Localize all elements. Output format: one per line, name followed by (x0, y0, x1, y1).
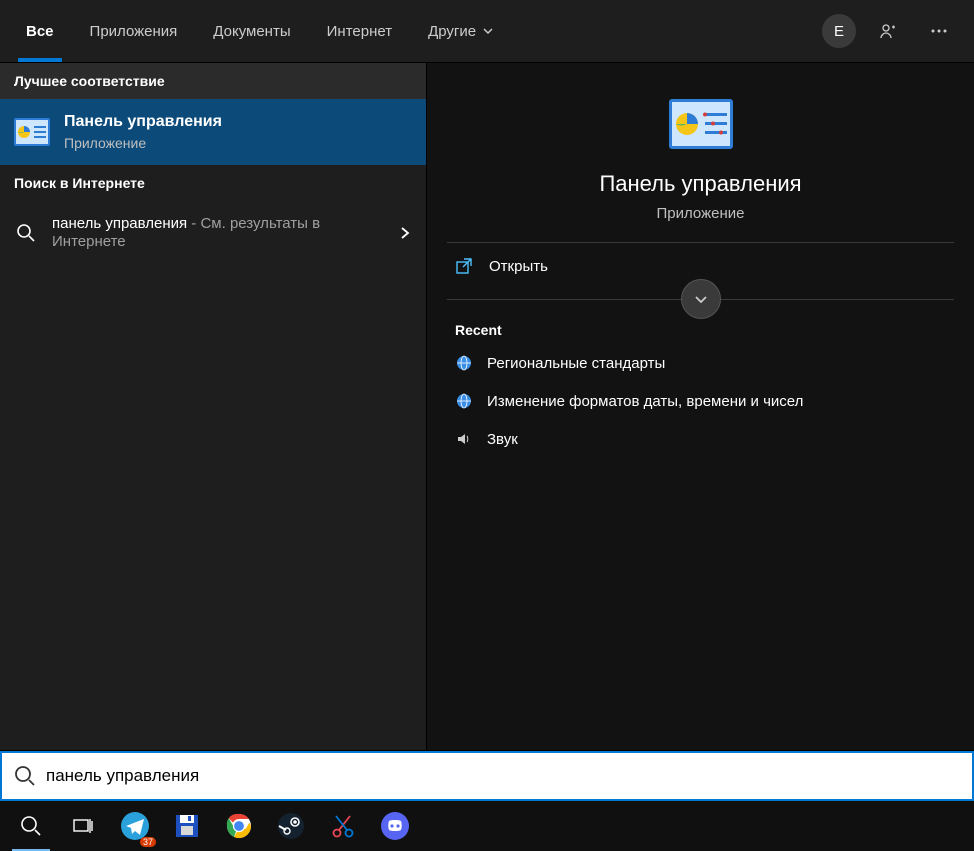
tab-other[interactable]: Другие (410, 0, 512, 62)
discord-icon (380, 811, 410, 841)
header-right: E (822, 14, 966, 48)
preview-subtitle: Приложение (657, 205, 745, 222)
globe-icon (455, 354, 473, 372)
web-search-result[interactable]: панель управления - См. результаты в Инт… (0, 201, 426, 265)
best-match-texts: Панель управления Приложение (64, 113, 412, 151)
web-result-text: панель управления - См. результаты в Инт… (52, 215, 384, 251)
taskbar-search-button[interactable] (6, 801, 56, 851)
best-match-header: Лучшее соответствие (0, 63, 426, 99)
user-initial: E (834, 23, 844, 40)
best-match-result[interactable]: Панель управления Приложение (0, 99, 426, 165)
user-avatar[interactable]: E (822, 14, 856, 48)
divider-expand (447, 299, 954, 300)
tab-apps[interactable]: Приложения (72, 0, 196, 62)
tab-documents[interactable]: Документы (195, 0, 308, 62)
best-match-title: Панель управления (64, 113, 412, 131)
more-options-button[interactable] (922, 14, 956, 48)
preview-panel: Панель управления Приложение Открыть Rec… (426, 63, 974, 750)
results-panel: Лучшее соответствие Панель управления Пр… (0, 63, 426, 750)
search-icon (14, 765, 36, 787)
recent-item-label: Звук (487, 431, 518, 448)
taskbar-snip-button[interactable] (318, 801, 368, 851)
open-icon (455, 257, 473, 275)
taskbar-save-button[interactable] (162, 801, 212, 851)
feedback-button[interactable] (872, 14, 906, 48)
task-view-icon (72, 815, 94, 837)
chevron-down-icon (693, 291, 709, 307)
taskbar-discord-button[interactable] (370, 801, 420, 851)
search-bar[interactable] (0, 751, 974, 801)
recent-item-sound[interactable]: Звук (427, 420, 974, 458)
recent-item-date-formats[interactable]: Изменение форматов даты, времени и чисел (427, 382, 974, 420)
recent-item-label: Изменение форматов даты, времени и чисел (487, 393, 803, 410)
floppy-icon (173, 812, 201, 840)
taskbar: 37 (0, 801, 974, 851)
taskbar-task-view-button[interactable] (58, 801, 108, 851)
scissors-icon (330, 813, 356, 839)
tab-internet[interactable]: Интернет (309, 0, 410, 62)
web-result-query: панель управления (52, 215, 187, 232)
chevron-down-icon (482, 25, 494, 37)
chrome-icon (225, 812, 253, 840)
tab-other-label: Другие (428, 23, 476, 40)
recent-item-regional[interactable]: Региональные стандарты (427, 344, 974, 382)
chevron-right-icon (398, 226, 412, 240)
best-match-subtitle: Приложение (64, 135, 412, 151)
control-panel-large-icon (669, 99, 733, 149)
speaker-icon (455, 430, 473, 448)
taskbar-steam-button[interactable] (266, 801, 316, 851)
search-input[interactable] (46, 766, 960, 786)
preview-hero: Панель управления Приложение (427, 63, 974, 242)
globe-icon (455, 392, 473, 410)
steam-icon (277, 812, 305, 840)
open-label: Открыть (489, 258, 548, 275)
taskbar-telegram-button[interactable]: 37 (110, 801, 160, 851)
filter-tabs: Все Приложения Документы Интернет Другие… (0, 0, 974, 63)
tab-apps-label: Приложения (90, 23, 178, 40)
control-panel-icon (14, 114, 50, 150)
search-icon (20, 815, 42, 837)
preview-title: Панель управления (599, 171, 801, 197)
ellipsis-icon (929, 21, 949, 41)
taskbar-chrome-button[interactable] (214, 801, 264, 851)
telegram-badge: 37 (140, 837, 156, 847)
people-icon (879, 21, 899, 41)
main-content: Лучшее соответствие Панель управления Пр… (0, 63, 974, 750)
recent-item-label: Региональные стандарты (487, 355, 665, 372)
search-icon (14, 215, 38, 251)
tab-documents-label: Документы (213, 23, 290, 40)
tab-all-label: Все (26, 23, 54, 40)
tab-internet-label: Интернет (327, 23, 392, 40)
tab-all[interactable]: Все (8, 0, 72, 62)
recent-header: Recent (427, 316, 974, 344)
web-search-header: Поиск в Интернете (0, 165, 426, 201)
expand-button[interactable] (681, 279, 721, 319)
